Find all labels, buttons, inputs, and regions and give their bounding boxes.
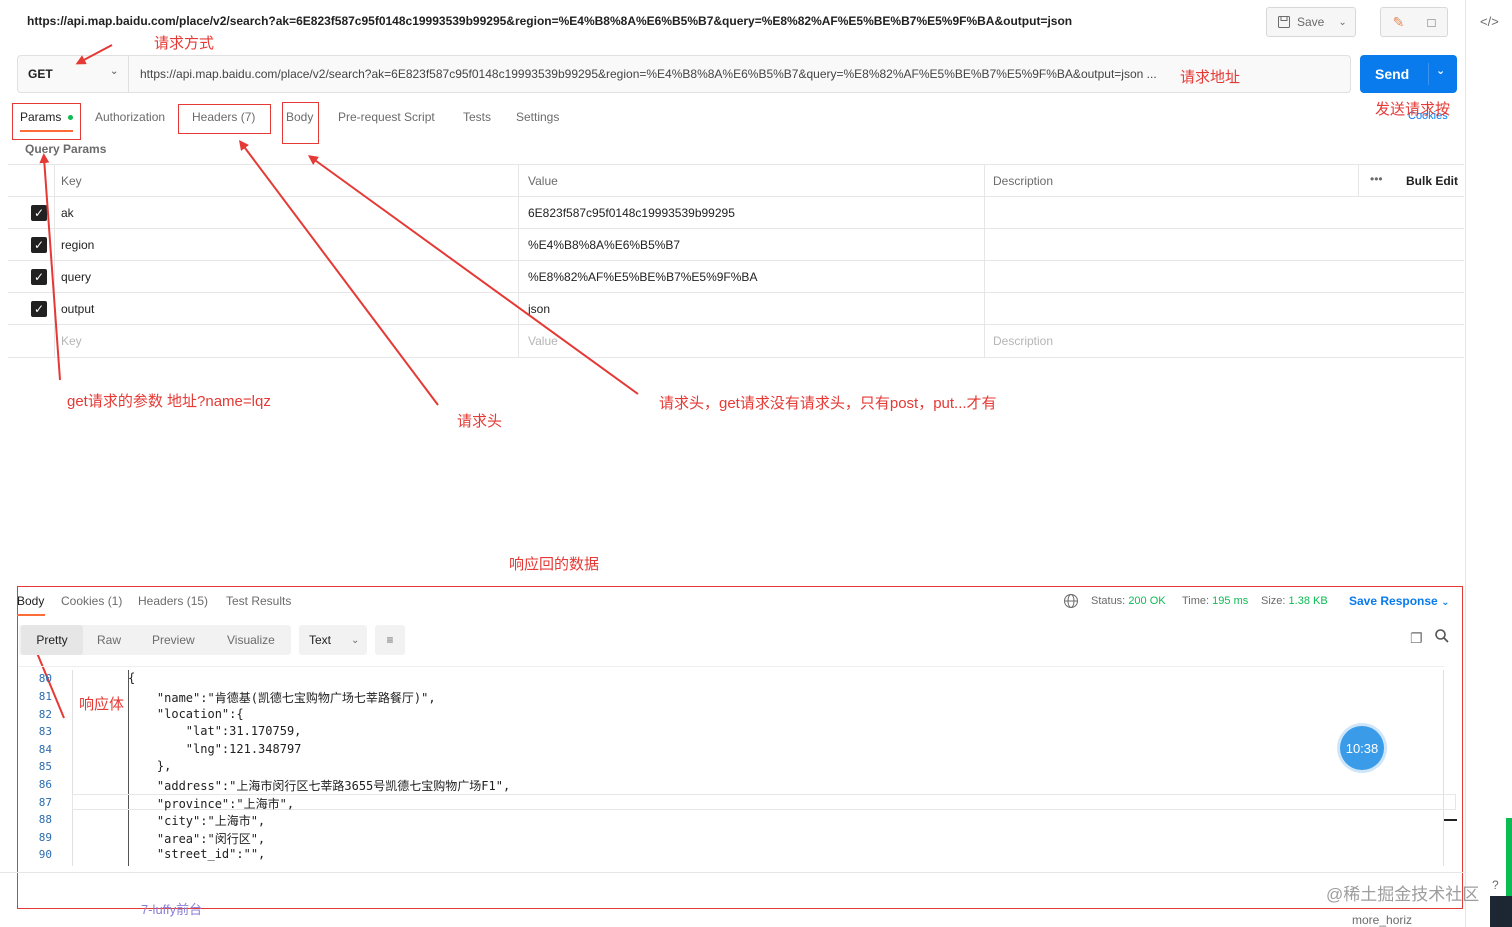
code-line: }, (128, 759, 172, 773)
side-accent-bar (1506, 818, 1512, 896)
response-type-select[interactable]: Text ⌄ (299, 625, 367, 655)
annotation-params: get请求的参数 地址?name=lqz (67, 393, 271, 410)
line-number: 84 (38, 743, 52, 756)
code-line: "address":"上海市闵行区七莘路3655号凯德七宝购物广场F1", (128, 779, 511, 793)
minimize-icon[interactable] (1444, 819, 1457, 821)
annotation-headers: 请求头 (457, 413, 503, 430)
line-number: 89 (38, 831, 52, 844)
line-number: 90 (38, 848, 52, 861)
active-response-tab-underline (17, 614, 45, 616)
size-readout: Size: 1.38 KB (1261, 595, 1328, 607)
size-value: 1.38 KB (1288, 595, 1328, 607)
line-number: 88 (38, 813, 52, 826)
status-readout: Status: 200 OK (1091, 595, 1166, 607)
code-line: "location":{ (128, 707, 244, 721)
code-line: "city":"上海市", (128, 814, 266, 828)
code-line: "lng":121.348797 (128, 742, 302, 756)
code-line: "name":"肯德基(凯德七宝购物广场七莘路餐厅)", (128, 691, 436, 705)
code-line: { (128, 671, 136, 685)
format-preview[interactable]: Preview (152, 625, 195, 655)
line-number: 80 (38, 672, 52, 685)
copy-icon[interactable]: ❐ (1410, 630, 1423, 647)
response-type-value: Text (309, 633, 332, 647)
help-icon[interactable]: ? (1492, 878, 1499, 892)
response-tab-body[interactable]: Body (17, 594, 44, 608)
time-value: 195 ms (1212, 595, 1249, 607)
code-line: "province":"上海市", (128, 797, 295, 811)
line-number: 86 (38, 778, 52, 791)
line-number: 85 (38, 760, 52, 773)
format-visualize[interactable]: Visualize (227, 625, 275, 655)
arrow-params (39, 153, 61, 381)
line-number: 83 (38, 725, 52, 738)
save-response-button[interactable]: Save Response ⌄ (1349, 594, 1449, 608)
time-badge[interactable]: 10:38 (1340, 726, 1384, 770)
code-line: "lat":31.170759, (128, 724, 302, 738)
more-horiz-text[interactable]: more_horiz (1352, 913, 1412, 927)
editor-scrollbar-track[interactable] (1443, 670, 1444, 866)
annotation-response: 响应回的数据 (509, 556, 600, 573)
annotation-response-body: 响应体 (79, 696, 125, 713)
response-tab-cookies[interactable]: Cookies (1) (61, 594, 122, 608)
line-number: 81 (38, 690, 52, 703)
response-tab-test-results[interactable]: Test Results (226, 594, 291, 608)
chevron-down-icon: ⌄ (351, 634, 360, 646)
globe-icon[interactable] (1063, 593, 1079, 614)
arrow-body (307, 155, 639, 395)
watermark-text: @稀土掘金技术社区 (1326, 885, 1480, 904)
side-dark-block (1490, 896, 1512, 927)
arrow-headers (238, 140, 439, 406)
editor-gutter-line (72, 670, 73, 866)
status-bar-border (0, 872, 1465, 873)
line-number: 82 (38, 708, 52, 721)
line-number: 87 (38, 796, 52, 809)
code-line: "street_id":"", (128, 847, 266, 861)
format-raw[interactable]: Raw (97, 625, 121, 655)
search-icon[interactable] (1434, 628, 1450, 649)
arrow-method (75, 44, 113, 65)
status-value: 200 OK (1128, 595, 1166, 607)
format-pretty[interactable]: Pretty (21, 625, 83, 655)
wrap-lines-icon[interactable]: ≡ (375, 625, 405, 655)
response-tab-headers[interactable]: Headers (15) (138, 594, 208, 608)
footer-tab-label[interactable]: 7-luffy前台 (141, 899, 202, 918)
time-readout: Time: 195 ms (1182, 595, 1249, 607)
code-line: "area":"闵行区", (128, 832, 266, 846)
annotation-body: 请求头，get请求没有请求头，只有post，put...才有 (659, 395, 997, 412)
